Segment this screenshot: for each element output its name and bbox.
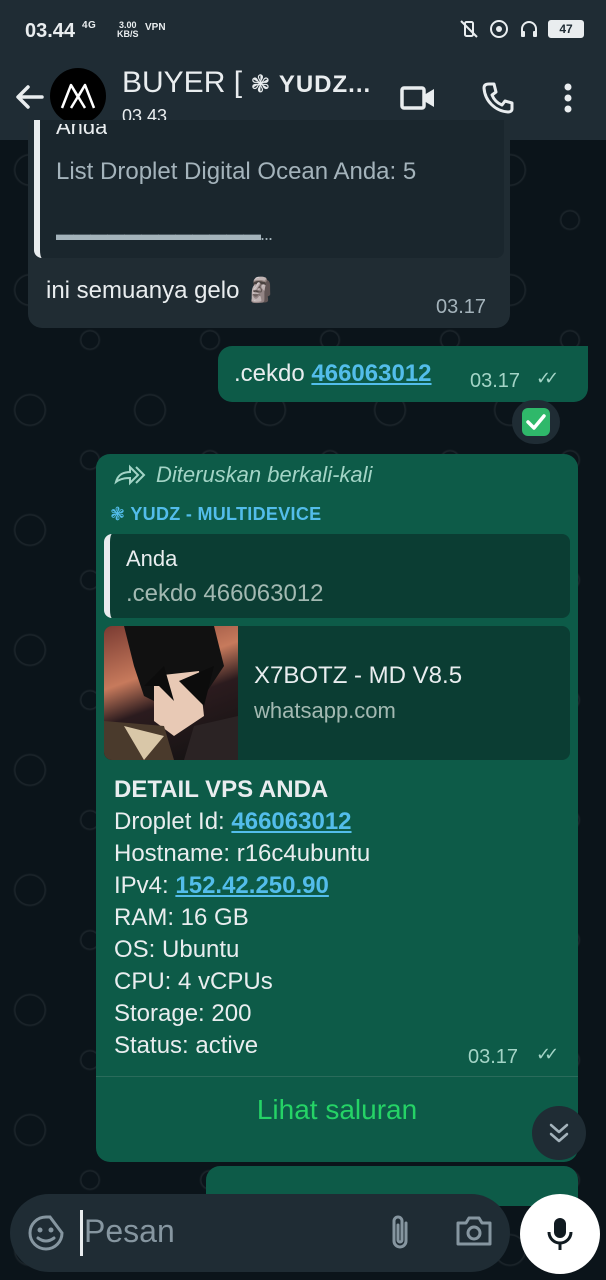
droplet-id-link[interactable]: 466063012 [231, 808, 351, 835]
detail-os: OS: Ubuntu [114, 936, 240, 963]
title-name: YUDZ... [278, 71, 372, 98]
chat-screen: 03.44 4G 3.00 KB/S VPN 47 BUYER [❃ YUDZ… [0, 0, 606, 1280]
message-text: .cekdo 466063012 [234, 360, 432, 388]
vpn-indicator: VPN [145, 22, 166, 33]
quoted-message[interactable]: Anda .cekdo 466063012 [104, 534, 570, 618]
battery-indicator: 47 [548, 20, 584, 38]
outgoing-message[interactable]: .cekdo 466063012 03.17 ✓✓ [218, 346, 588, 402]
contact-avatar[interactable] [50, 68, 106, 124]
preview-thumbnail [104, 626, 238, 760]
detail-status: Status: active [114, 1032, 259, 1059]
double-chevron-down-icon [549, 1123, 569, 1143]
detail-ram: RAM: 16 GB [114, 904, 249, 931]
back-arrow-icon [16, 85, 44, 109]
detail-droplet: Droplet Id: 466063012 [114, 808, 352, 835]
read-ticks-icon: ✓✓ [536, 368, 559, 388]
message-input-bar: Pesan [10, 1194, 510, 1272]
view-channel-button[interactable]: Lihat saluran [96, 1094, 578, 1126]
status-right-icons: 47 [458, 18, 584, 40]
scroll-down-button[interactable] [532, 1106, 586, 1160]
check-mark-icon [522, 408, 550, 436]
ip-address-link[interactable]: 152.42.250.90 [175, 872, 328, 899]
quote-divider: ▬▬▬▬▬▬▬▬▬▬▬▬... [56, 224, 273, 244]
mute-vibrate-icon [458, 18, 480, 40]
forwarded-label: Diteruskan berkali-kali [112, 462, 372, 488]
microphone-icon [547, 1218, 573, 1250]
paperclip-icon [392, 1215, 408, 1249]
camera-button[interactable] [454, 1213, 498, 1253]
status-time: 03.44 [25, 20, 76, 42]
quoted-message[interactable]: Anda List Droplet Digital Ocean Anda: 5 … [34, 120, 504, 258]
vps-detail: DETAIL VPS ANDA Droplet Id: 466063012 Ho… [114, 774, 370, 1062]
sticker-emoji-icon [28, 1215, 64, 1251]
forwarded-text: Diteruskan berkali-kali [156, 462, 373, 487]
text-cursor [80, 1210, 83, 1256]
droplet-id-link[interactable]: 466063012 [311, 360, 431, 387]
message-time: 03.17 [470, 370, 521, 392]
message-input[interactable]: Pesan [84, 1213, 175, 1250]
detail-cpu: CPU: 4 vCPUs [114, 968, 273, 995]
detail-storage: Storage: 200 [114, 1000, 252, 1027]
more-vertical-icon [564, 83, 572, 113]
preview-domain: whatsapp.com [254, 698, 396, 723]
attach-button[interactable] [380, 1213, 420, 1253]
detail-hostname: Hostname: r16c4ubuntu [114, 840, 371, 867]
read-ticks-icon: ✓✓ [536, 1044, 559, 1064]
detail-ipv4: IPv4: 152.42.250.90 [114, 872, 329, 899]
network-type: 4G [82, 20, 97, 31]
incoming-message[interactable]: Anda List Droplet Digital Ocean Anda: 5 … [28, 120, 510, 328]
quote-text: .cekdo 466063012 [126, 580, 324, 607]
command-text: .cekdo [234, 360, 305, 387]
video-call-button[interactable] [398, 78, 438, 118]
headphones-icon [518, 18, 540, 40]
network-speed: 3.00 KB/S [117, 21, 139, 39]
chat-title[interactable]: BUYER [ ❃ YUDZ... [122, 66, 382, 100]
message-time: 03.17 [468, 1046, 519, 1068]
voice-record-button[interactable] [520, 1194, 600, 1274]
speed-unit: KB/S [117, 29, 139, 39]
camera-icon [456, 1216, 492, 1246]
quote-text: List Droplet Digital Ocean Anda: 5 [56, 158, 417, 185]
preview-title: X7BOTZ - MD V8.5 [254, 662, 463, 689]
reaction-badge[interactable] [512, 400, 560, 444]
action-divider [96, 1076, 578, 1077]
message-time: 03.17 [436, 296, 487, 318]
message-text: ini semuanya gelo 🗿 [46, 277, 277, 304]
data-saver-icon [488, 18, 510, 40]
menu-button[interactable] [548, 78, 588, 118]
quote-author: Anda [126, 546, 178, 571]
sender-name[interactable]: ❃ YUDZ - MULTIDEVICE [110, 504, 321, 525]
detail-heading: DETAIL VPS ANDA [114, 776, 329, 803]
avatar-logo-icon [60, 83, 96, 109]
forwarded-message[interactable]: Diteruskan berkali-kali ❃ YUDZ - MULTIDE… [96, 454, 578, 1162]
status-bar: 03.44 4G 3.00 KB/S VPN 47 [0, 0, 606, 60]
back-button[interactable] [12, 80, 46, 114]
emoji-button[interactable] [26, 1213, 66, 1253]
title-prefix: BUYER [ [122, 66, 243, 99]
anime-character-image [104, 626, 238, 760]
link-preview[interactable]: X7BOTZ - MD V8.5 whatsapp.com [104, 626, 570, 760]
voice-call-button[interactable] [478, 78, 518, 118]
phone-icon [482, 82, 514, 114]
forward-icon [114, 464, 146, 486]
quote-author: Anda [56, 124, 108, 139]
video-camera-icon [400, 86, 434, 110]
title-star: ❃ [250, 71, 271, 98]
